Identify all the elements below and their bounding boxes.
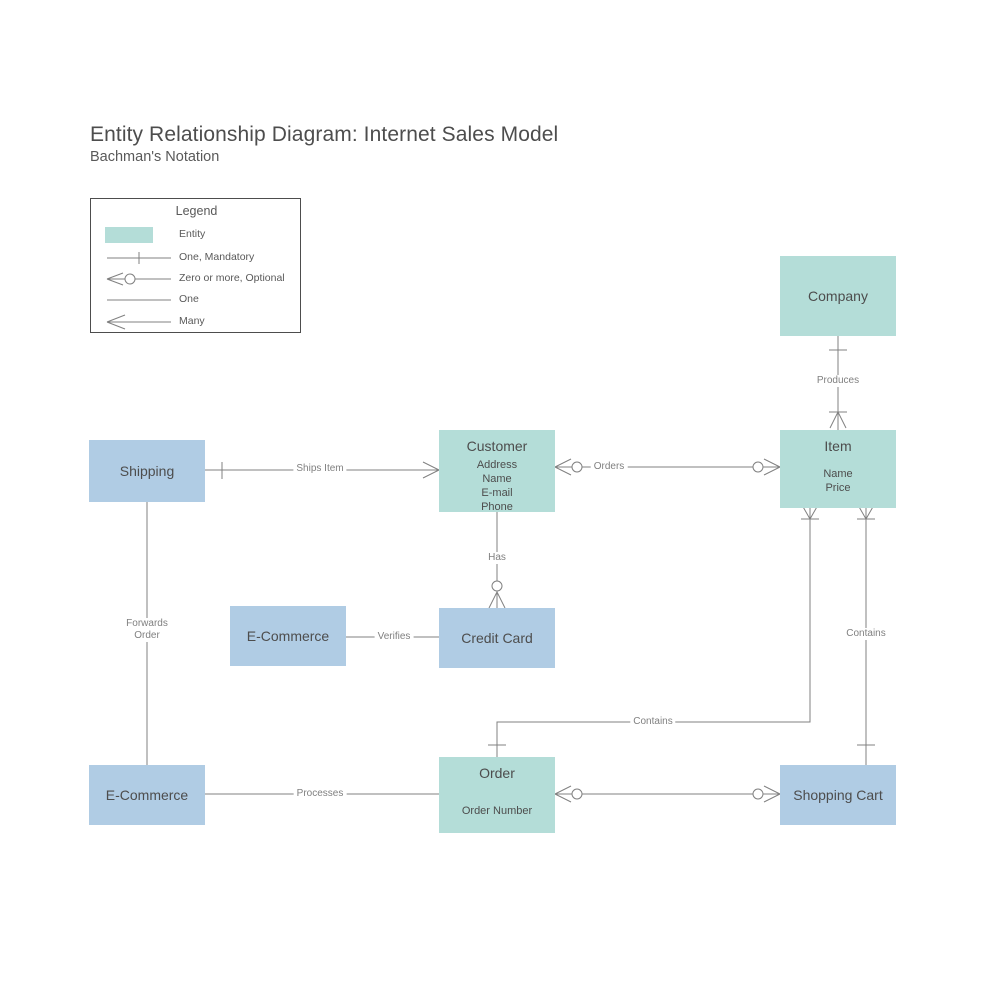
entity-customer-name: Customer bbox=[466, 438, 528, 454]
legend-title: Legend bbox=[175, 204, 218, 218]
optional-circle-ordercart-order bbox=[571, 788, 583, 800]
entity-order[interactable]: Order Order Number bbox=[439, 757, 555, 833]
crowsfoot-ships-item-customer bbox=[421, 461, 440, 479]
entity-company-name: Company bbox=[808, 287, 868, 304]
entity-order-name: Order bbox=[479, 765, 515, 781]
entity-item[interactable]: Item Name Price bbox=[780, 430, 896, 508]
crowsfoot-orders-customer bbox=[554, 458, 573, 476]
legend: Legend Entity One, Mandatory Zero or mor… bbox=[90, 198, 301, 333]
rel-label-processes: Processes bbox=[293, 788, 347, 800]
entity-customer-attr-3: Phone bbox=[481, 501, 513, 513]
one-icon bbox=[107, 299, 171, 301]
entity-item-attr-1: Price bbox=[825, 482, 851, 494]
crowsfoot-produces-item bbox=[829, 411, 847, 430]
optional-circle-orders-customer bbox=[571, 461, 583, 473]
legend-label-zero-or-more: Zero or more, Optional bbox=[179, 272, 285, 284]
one-mandatory-icon bbox=[107, 252, 171, 264]
entity-shipping[interactable]: Shipping bbox=[89, 440, 205, 502]
entity-shopping-cart-name: Shopping Cart bbox=[793, 786, 883, 803]
entity-ecommerce-bottom-name: E-Commerce bbox=[105, 786, 189, 803]
legend-item-one: One bbox=[91, 291, 302, 309]
crowsfoot-has-creditcard bbox=[488, 591, 506, 609]
rel-label-produces: Produces bbox=[813, 375, 863, 387]
entity-item-attr-0: Name bbox=[823, 468, 853, 480]
entity-credit-card-name: Credit Card bbox=[461, 629, 533, 646]
entity-item-name: Item bbox=[824, 438, 852, 454]
crowsfoot-orders-item bbox=[762, 458, 781, 476]
legend-label-many: Many bbox=[179, 315, 205, 327]
optional-circle-orders-item bbox=[752, 461, 764, 473]
legend-item-entity: Entity bbox=[91, 226, 302, 244]
legend-label-one-mandatory: One, Mandatory bbox=[179, 251, 255, 263]
rel-label-orders: Orders bbox=[590, 461, 628, 473]
optional-circle-has bbox=[491, 580, 503, 592]
entity-ecommerce-bottom[interactable]: E-Commerce bbox=[89, 765, 205, 825]
entity-customer-attr-0: Address bbox=[476, 459, 518, 471]
entity-shopping-cart[interactable]: Shopping Cart bbox=[780, 765, 896, 825]
zero-or-more-optional-icon bbox=[106, 272, 171, 286]
many-icon bbox=[106, 314, 171, 330]
entity-credit-card[interactable]: Credit Card bbox=[439, 608, 555, 668]
rel-label-forwards-order-line2: Order bbox=[134, 630, 160, 641]
rel-label-contains-order: Contains bbox=[630, 716, 676, 728]
entity-customer-attr-2: E-mail bbox=[481, 487, 513, 499]
legend-item-zero-or-more: Zero or more, Optional bbox=[91, 270, 302, 288]
rel-label-forwards-order: Forwards Order bbox=[123, 618, 171, 642]
rel-label-verifies: Verifies bbox=[374, 631, 414, 643]
legend-label-one: One bbox=[179, 293, 199, 305]
rel-label-has: Has bbox=[485, 552, 509, 564]
er-diagram-canvas: Entity Relationship Diagram: Internet Sa… bbox=[0, 0, 1000, 1000]
optional-circle-ordercart-cart bbox=[752, 788, 764, 800]
crowsfoot-ordercart-order bbox=[554, 785, 573, 803]
entity-customer-attr-1: Name bbox=[482, 473, 512, 485]
entity-customer[interactable]: Customer Address Name E-mail Phone bbox=[439, 430, 555, 513]
rel-label-ships-item: Ships Item bbox=[293, 463, 347, 475]
legend-item-many: Many bbox=[91, 313, 302, 331]
rel-label-contains-cart: Contains bbox=[843, 628, 889, 640]
entity-swatch-icon bbox=[105, 227, 153, 243]
entity-shipping-name: Shipping bbox=[119, 462, 175, 479]
entity-ecommerce-middle-name: E-Commerce bbox=[246, 627, 330, 644]
legend-item-one-mandatory: One, Mandatory bbox=[91, 249, 302, 267]
entity-order-attr-0: Order Number bbox=[461, 805, 533, 817]
entity-ecommerce-middle[interactable]: E-Commerce bbox=[230, 606, 346, 666]
rel-label-forwards-order-line1: Forwards bbox=[126, 618, 168, 629]
crowsfoot-ordercart-cart bbox=[762, 785, 781, 803]
legend-label-entity: Entity bbox=[179, 228, 206, 240]
entity-company[interactable]: Company bbox=[780, 256, 896, 336]
